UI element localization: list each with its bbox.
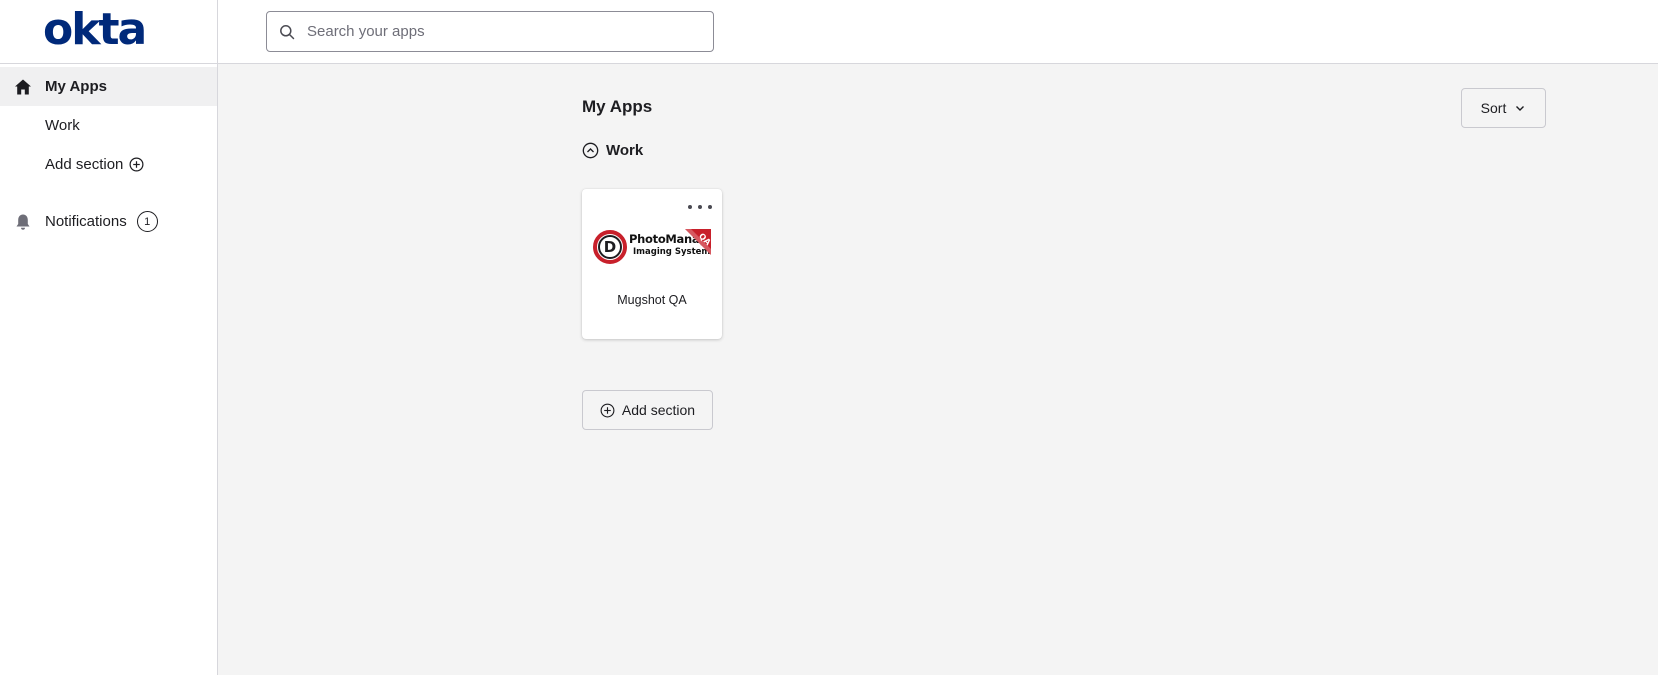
chevron-up-circle-icon xyxy=(582,142,599,159)
sidebar-item-work[interactable]: Work xyxy=(0,106,217,145)
sidebar-item-label: Work xyxy=(45,117,80,134)
app-logo: D PhotoManager Imaging System QA xyxy=(593,229,711,265)
app-logo-letter: D xyxy=(598,235,622,259)
sidebar-item-my-apps[interactable]: My Apps xyxy=(0,67,217,106)
search-box[interactable] xyxy=(266,11,714,52)
bell-icon xyxy=(16,214,30,230)
sidebar-item-label: Notifications xyxy=(45,213,127,230)
more-options-icon[interactable] xyxy=(688,201,712,213)
qa-ribbon-icon: QA xyxy=(685,229,711,255)
add-section-button[interactable]: Add section xyxy=(582,390,713,430)
sidebar: okta My Apps Work Add section Notificati… xyxy=(0,0,218,675)
search-icon xyxy=(280,24,295,39)
add-section-label: Add section xyxy=(621,402,696,418)
notification-count-badge: 1 xyxy=(136,211,158,232)
add-circle-icon xyxy=(600,403,615,417)
page-title: My Apps xyxy=(582,97,653,116)
sort-button-label: Sort xyxy=(1480,100,1507,116)
chevron-down-icon xyxy=(1516,106,1525,111)
sort-button[interactable]: Sort xyxy=(1461,88,1546,128)
main-content: My Apps Sort Work D PhotoManager Imaging… xyxy=(218,64,1658,675)
sidebar-item-label: Add section xyxy=(45,156,124,173)
okta-logo[interactable]: okta xyxy=(43,7,147,52)
app-tile[interactable]: D PhotoManager Imaging System QA Mugshot… xyxy=(582,189,722,339)
home-icon xyxy=(15,79,31,95)
top-header xyxy=(218,0,1658,64)
section-toggle-work[interactable]: Work xyxy=(582,142,643,159)
add-circle-icon xyxy=(129,157,144,172)
search-input[interactable] xyxy=(305,22,705,41)
sidebar-item-notifications[interactable]: Notifications 1 xyxy=(0,202,217,241)
logo-area: okta xyxy=(0,0,217,64)
sidebar-item-add-section[interactable]: Add section xyxy=(0,145,217,184)
app-name: Mugshot QA xyxy=(617,293,687,307)
sidebar-item-label: My Apps xyxy=(45,78,107,95)
section-title: Work xyxy=(606,142,644,159)
